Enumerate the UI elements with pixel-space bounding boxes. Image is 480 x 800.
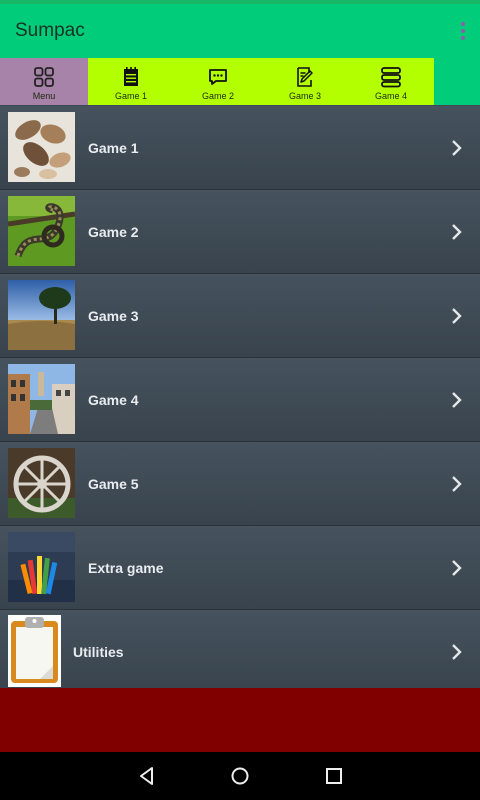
list-item-label: Game 3: [88, 308, 139, 324]
stack-icon: [381, 67, 401, 88]
nuts-photo: [8, 112, 75, 182]
snake-photo: [8, 196, 75, 266]
list-item-utilities[interactable]: Utilities: [0, 610, 480, 694]
list-item-extra-game[interactable]: Extra game: [0, 526, 480, 610]
system-nav-bar: [0, 752, 480, 800]
pencils-photo: [8, 532, 75, 602]
wagon-wheel-photo: [8, 448, 75, 518]
tab-game-1[interactable]: Game 1: [88, 58, 174, 105]
grid-icon: [34, 67, 54, 87]
list-item-game-2[interactable]: Game 2: [0, 190, 480, 274]
chevron-right-icon: [452, 644, 462, 660]
list-item-label: Game 2: [88, 224, 139, 240]
recents-icon[interactable]: [322, 764, 346, 788]
tab-game-3[interactable]: Game 3: [262, 58, 348, 105]
tab-label: Game 2: [201, 91, 234, 101]
chevron-right-icon: [452, 476, 462, 492]
tab-label: Game 1: [114, 91, 147, 101]
list-item-label: Game 1: [88, 140, 139, 156]
chevron-right-icon: [452, 308, 462, 324]
chevron-right-icon: [452, 224, 462, 240]
list-item-label: Utilities: [73, 644, 124, 660]
tree-field-photo: [8, 280, 75, 350]
chevron-right-icon: [452, 392, 462, 408]
edit-note-icon: [297, 67, 313, 87]
game-list: Game 1 Game 2 Game 3 Game 4 Game 5 Extra…: [0, 106, 480, 694]
app-title: Sumpac: [15, 20, 85, 41]
tab-game-4[interactable]: Game 4: [348, 58, 434, 105]
footer-banner: [0, 688, 480, 752]
notepad-icon: [124, 67, 138, 86]
app-bar: Sumpac: [0, 4, 480, 58]
street-town-photo: [8, 364, 75, 434]
list-item-label: Game 5: [88, 476, 139, 492]
list-item-label: Extra game: [88, 560, 164, 576]
back-icon[interactable]: [135, 764, 159, 788]
tab-label: Menu: [32, 91, 56, 101]
clipboard-icon: [8, 615, 61, 687]
tab-label: Game 3: [288, 91, 321, 101]
list-item-game-1[interactable]: Game 1: [0, 106, 480, 190]
chat-bubble-icon: [209, 69, 227, 85]
tab-label: Game 4: [374, 91, 407, 101]
tab-bar: Menu Game 1 Game 2 Game 3 Game 4: [0, 58, 480, 105]
chevron-right-icon: [452, 560, 462, 576]
tab-game-2[interactable]: Game 2: [174, 58, 262, 105]
home-icon[interactable]: [228, 764, 252, 788]
list-item-game-4[interactable]: Game 4: [0, 358, 480, 442]
list-item-game-5[interactable]: Game 5: [0, 442, 480, 526]
overflow-menu-icon[interactable]: [460, 22, 466, 44]
chevron-right-icon: [452, 140, 462, 156]
tab-menu[interactable]: Menu: [0, 58, 88, 105]
list-item-label: Game 4: [88, 392, 139, 408]
list-item-game-3[interactable]: Game 3: [0, 274, 480, 358]
